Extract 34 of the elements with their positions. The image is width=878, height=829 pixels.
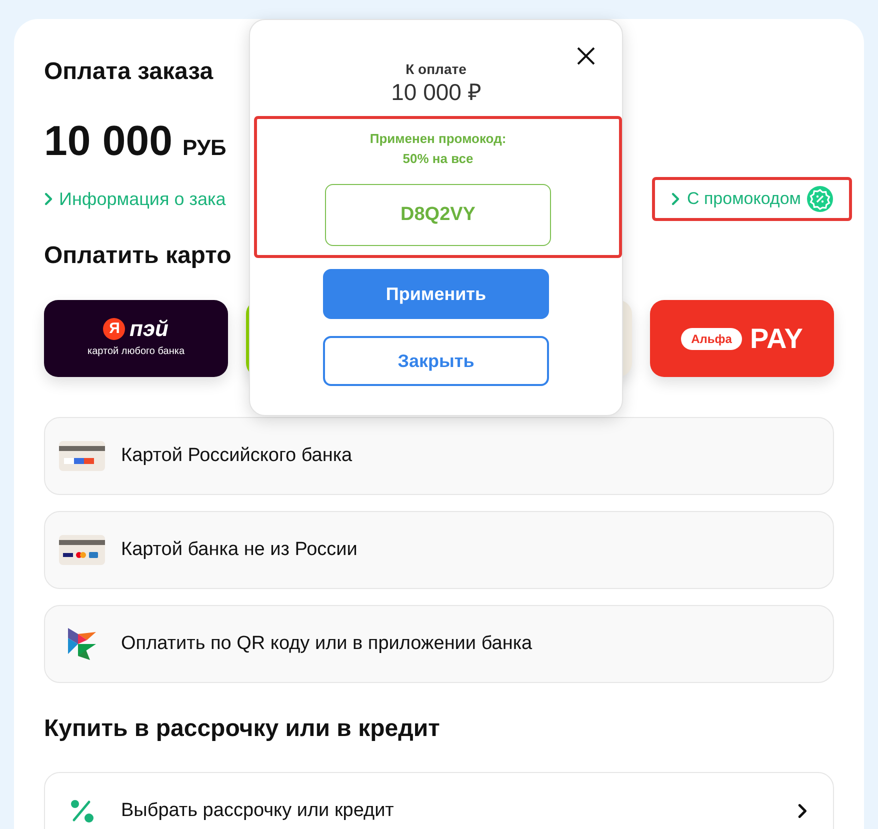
promo-code-link[interactable]: С промокодом bbox=[670, 186, 833, 212]
promo-code-field[interactable]: D8Q2VY bbox=[325, 184, 551, 246]
apply-button[interactable]: Применить bbox=[323, 269, 549, 319]
credit-option-item[interactable]: Выбрать рассрочку или кредит bbox=[44, 772, 834, 829]
logo-text: PAY bbox=[750, 324, 803, 352]
discount-badge-icon bbox=[807, 186, 833, 212]
chevron-right-icon bbox=[44, 192, 54, 206]
yandex-pay-button[interactable]: Я пэй картой любого банка bbox=[44, 300, 228, 377]
page-title: Оплата заказа bbox=[44, 57, 214, 87]
close-dialog-button[interactable]: Закрыть bbox=[323, 336, 549, 386]
close-icon bbox=[577, 47, 595, 65]
logo-caption: картой любого банка bbox=[87, 345, 185, 359]
logo-text: пэй bbox=[129, 318, 168, 340]
section-title: Оплатить карто bbox=[44, 241, 232, 271]
order-amount: 10 000 bbox=[44, 117, 172, 165]
chevron-right-icon bbox=[797, 803, 809, 819]
section-title: Купить в рассрочку или в кредит bbox=[44, 714, 440, 744]
alfa-pay-button[interactable]: Альфа PAY bbox=[650, 300, 834, 377]
logo-mark: Альфа bbox=[681, 328, 742, 350]
bank-card-icon bbox=[59, 535, 105, 565]
percent-icon bbox=[70, 799, 94, 823]
currency-label: РУБ bbox=[182, 134, 226, 162]
payment-method-item[interactable]: Оплатить по QR коду или в приложении банка bbox=[44, 605, 834, 683]
promo-status: Применен промокод: bbox=[370, 130, 506, 148]
payment-method-item[interactable]: Картой банка не из России bbox=[44, 511, 834, 589]
payment-system-icon bbox=[66, 626, 98, 662]
logo-mark: Я bbox=[103, 318, 126, 340]
bank-card-icon bbox=[59, 441, 105, 471]
chevron-right-icon bbox=[670, 192, 681, 206]
payment-method-item[interactable]: Картой Российского банка bbox=[44, 417, 834, 495]
amount-label: К оплате bbox=[406, 60, 466, 78]
order-info-link[interactable]: Информация о зака bbox=[44, 187, 226, 211]
promo-discount: 50% на все bbox=[402, 150, 474, 168]
amount-value: 10 000 ₽ bbox=[391, 78, 481, 106]
